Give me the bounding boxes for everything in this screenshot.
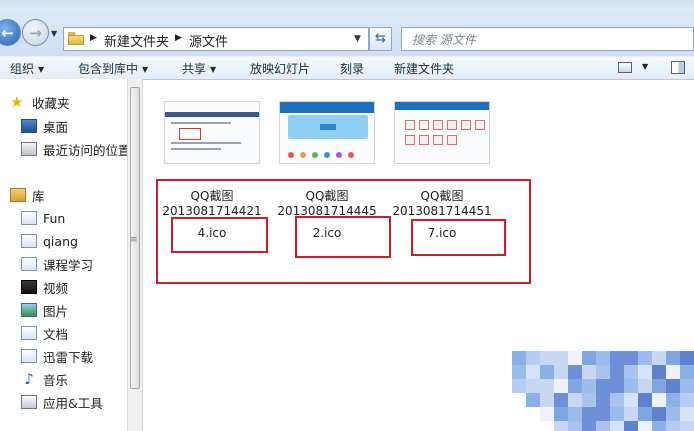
music-note-icon: ♪: [24, 370, 34, 388]
organize-menu[interactable]: 组织 ▼: [10, 60, 44, 77]
change-view-icon[interactable]: [618, 62, 632, 73]
slideshow-button[interactable]: 放映幻灯片: [250, 60, 310, 77]
title-strip: [0, 0, 694, 8]
nav-pane-scrollbar[interactable]: ≡: [127, 79, 143, 431]
organize-label: 组织: [10, 62, 35, 76]
document-icon: [21, 326, 37, 340]
address-dropdown-icon[interactable]: ▼: [354, 34, 361, 44]
annotation-highlight-box: [295, 216, 391, 258]
refresh-button[interactable]: ⇆: [369, 27, 392, 51]
nav-favorites-label: 收藏夹: [32, 95, 70, 111]
chevron-down-icon: ▼: [210, 65, 217, 74]
breadcrumb-item[interactable]: 源文件: [189, 31, 228, 50]
breadcrumb-separator-icon[interactable]: ▶: [90, 33, 97, 43]
nav-item-course-study[interactable]: 课程学习: [21, 254, 93, 274]
nav-item-music[interactable]: ♪ 音乐: [21, 369, 68, 389]
search-box[interactable]: [401, 27, 694, 51]
pixelated-watermark: [512, 351, 694, 431]
nav-item-label: 文档: [43, 326, 69, 342]
nav-item-qiang[interactable]: qiang: [21, 231, 78, 251]
breadcrumb-separator-icon[interactable]: ▶: [175, 33, 182, 43]
preview-pane-icon[interactable]: [671, 61, 685, 74]
nav-item-label: 图片: [43, 303, 69, 319]
nav-libraries[interactable]: 库: [10, 185, 45, 205]
nav-item-label: 最近访问的位置: [43, 142, 131, 158]
chevron-down-icon: ▼: [38, 65, 45, 74]
desktop-icon: [21, 119, 37, 133]
nav-favorites[interactable]: ★ 收藏夹: [10, 92, 70, 112]
nav-item-label: 音乐: [43, 372, 69, 388]
library-folder-icon: [21, 234, 37, 248]
nav-item-apps-tools[interactable]: 应用&工具: [21, 392, 103, 412]
nav-item-documents[interactable]: 文档: [21, 323, 68, 343]
library-folder-icon: [21, 395, 37, 409]
share-label: 共享: [182, 62, 207, 76]
folder-icon: [68, 32, 84, 45]
nav-item-pictures[interactable]: 图片: [21, 300, 68, 320]
grip-icon: ≡: [130, 235, 138, 245]
video-icon: [21, 280, 37, 294]
include-in-library-menu[interactable]: 包含到库中 ▼: [78, 60, 148, 77]
nav-item-videos[interactable]: 视频: [21, 277, 68, 297]
new-folder-button[interactable]: 新建文件夹: [394, 60, 454, 77]
picture-icon: [21, 303, 37, 317]
forward-button[interactable]: →: [22, 19, 49, 46]
history-dropdown-icon[interactable]: ▼: [51, 29, 57, 38]
nav-libraries-label: 库: [32, 188, 45, 204]
back-arrow-icon: ←: [1, 23, 14, 42]
nav-item-label: 课程学习: [43, 257, 94, 273]
nav-item-fun[interactable]: Fun: [21, 208, 65, 228]
library-icon: [10, 188, 26, 202]
share-menu[interactable]: 共享 ▼: [182, 60, 216, 77]
library-folder-icon: [21, 211, 37, 225]
search-input[interactable]: [410, 29, 684, 51]
annotation-highlight-box: [411, 219, 506, 256]
forward-arrow-icon: →: [29, 23, 42, 42]
star-icon: ★: [10, 93, 24, 111]
back-button[interactable]: ←: [0, 19, 21, 46]
nav-item-recent-places[interactable]: 最近访问的位置: [21, 139, 131, 159]
address-box[interactable]: ▶ 新建文件夹 ▶ 源文件 ▼: [63, 27, 369, 51]
include-in-library-label: 包含到库中: [78, 62, 139, 76]
command-bar: 组织 ▼ 包含到库中 ▼ 共享 ▼ 放映幻灯片 刻录 新建文件夹 ▼: [0, 56, 694, 80]
file-thumbnail[interactable]: [279, 101, 375, 164]
address-bar-region: ← → ▼ ▶ 新建文件夹 ▶ 源文件 ▼ ⇆: [0, 8, 694, 56]
annotation-highlight-box: [171, 217, 268, 253]
library-folder-icon: [21, 257, 37, 271]
burn-button[interactable]: 刻录: [340, 60, 364, 77]
nav-item-label: 桌面: [43, 119, 69, 135]
nav-item-desktop[interactable]: 桌面: [21, 116, 68, 136]
navigation-pane: ★ 收藏夹 桌面 最近访问的位置 库 Fun qiang 课程学习 视频 图片 …: [0, 79, 131, 431]
file-thumbnail[interactable]: [164, 101, 260, 164]
breadcrumb-item[interactable]: 新建文件夹: [104, 31, 169, 50]
view-dropdown-icon[interactable]: ▼: [642, 62, 648, 71]
recent-places-icon: [21, 142, 37, 156]
nav-item-thunder-downloads[interactable]: 迅雷下载: [21, 346, 93, 366]
nav-item-label: 应用&工具: [43, 395, 103, 411]
nav-item-label: Fun: [43, 210, 66, 226]
nav-item-label: qiang: [43, 233, 78, 249]
refresh-icon: ⇆: [375, 31, 386, 46]
nav-item-label: 迅雷下载: [43, 349, 94, 365]
file-thumbnail[interactable]: [394, 101, 490, 164]
chevron-down-icon: ▼: [142, 65, 149, 74]
nav-item-label: 视频: [43, 280, 69, 296]
library-folder-icon: [21, 349, 37, 363]
